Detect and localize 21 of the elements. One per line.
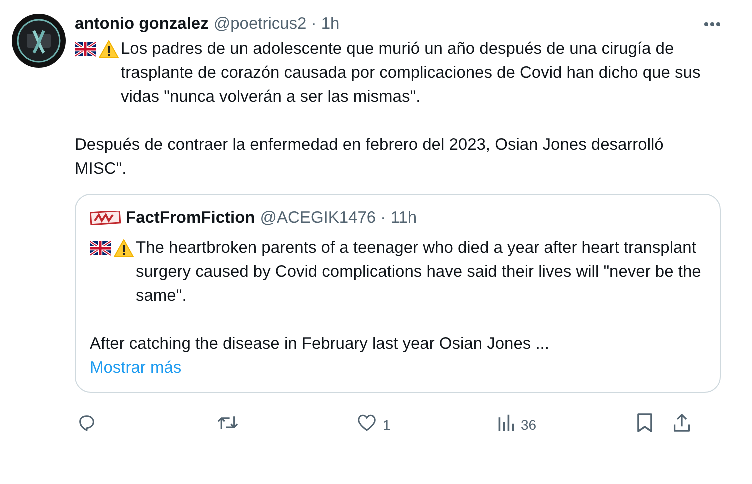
views-count: 36 <box>521 416 537 432</box>
like-count: 1 <box>383 416 391 432</box>
bookmark-icon[interactable] <box>637 413 653 433</box>
handle-and-time: @ACEGIK1476 · 11h <box>260 208 418 228</box>
share-icon[interactable] <box>673 413 691 433</box>
warning-icon <box>99 40 119 58</box>
post-text: After catching the disease in February last year Osian Jones ... <box>90 334 550 355</box>
post-text: Los padres de un adolescente que murió un año después de una cirugía de trasplante de corazón causada por complicaciones de Covid han dicho que sus vidas "nunca volverán a ser las mismas". <box>121 39 702 108</box>
reply-icon[interactable] <box>77 413 97 433</box>
heart-icon[interactable] <box>357 414 377 432</box>
more-options-icon[interactable] <box>704 22 721 26</box>
stamp-logo-icon <box>90 211 121 225</box>
bar-chart-icon[interactable] <box>497 414 515 432</box>
account-name[interactable]: antonio gonzalez <box>75 14 209 34</box>
flag-icon <box>90 240 111 256</box>
post-text: Después de contraer la enfermedad en febrero del 2023, Osian Jones desarrolló MISC". <box>75 135 665 180</box>
flag-icon <box>75 42 96 56</box>
account-name[interactable]: FactFromFiction <box>126 208 256 228</box>
warning-icon <box>114 238 134 258</box>
handle-and-time: @poetricus2 · 1h <box>214 14 340 34</box>
post-text: The heartbroken parents of a teenager who died a year after heart transplant surgery caused by Covid complications have said their lives will "never be the same". <box>136 238 702 307</box>
